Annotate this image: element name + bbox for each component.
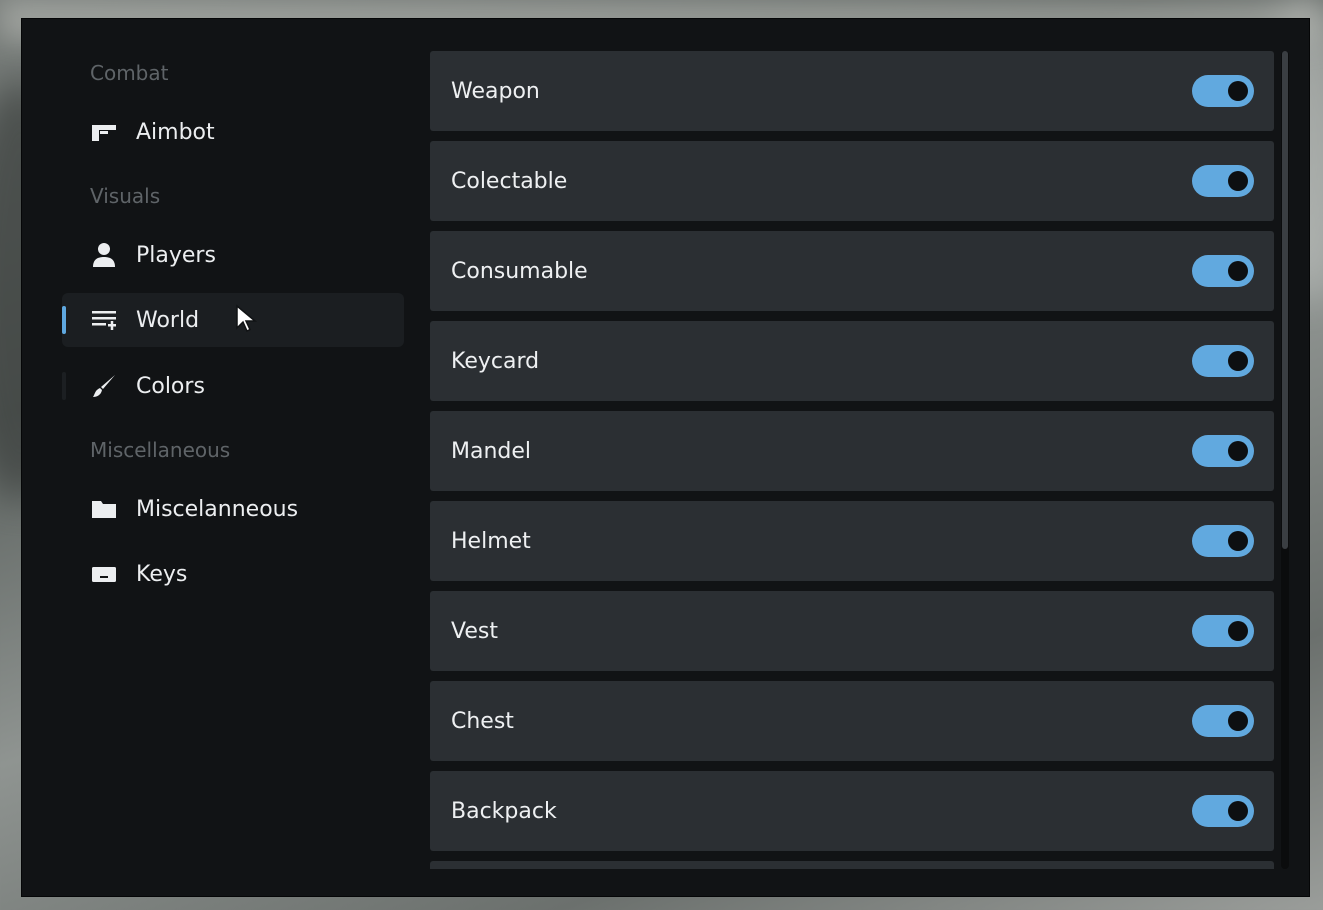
option-row-consumable: Consumable — [430, 231, 1274, 311]
toggle-switch[interactable] — [1192, 705, 1254, 737]
sidebar-item-label: Keys — [136, 561, 188, 587]
toggle-switch[interactable] — [1192, 795, 1254, 827]
toggle-switch[interactable] — [1192, 75, 1254, 107]
toggle-switch[interactable] — [1192, 615, 1254, 647]
option-label: Colectable — [451, 168, 568, 194]
section-label-miscellaneous: Miscellaneous — [90, 438, 231, 462]
keyboard-icon — [90, 560, 118, 588]
option-label: Helmet — [451, 528, 531, 554]
option-row-chest: Chest — [430, 681, 1274, 761]
option-label: Mandel — [451, 438, 532, 464]
section-label-combat: Combat — [90, 61, 169, 85]
toggle-switch[interactable] — [1192, 525, 1254, 557]
sidebar-item-players[interactable]: Players — [62, 228, 404, 282]
sidebar-item-label: Miscelanneous — [136, 496, 299, 522]
sidebar-item-label: Aimbot — [136, 119, 215, 145]
sidebar-item-keys[interactable]: Keys — [62, 547, 404, 601]
scrollbar-thumb[interactable] — [1282, 51, 1288, 549]
option-row-weapon: Weapon — [430, 51, 1274, 131]
toggle-knob — [1228, 711, 1248, 731]
option-row-colectable: Colectable — [430, 141, 1274, 221]
folder-icon — [90, 495, 118, 523]
sidebar-item-label: World — [136, 307, 200, 333]
toggle-switch[interactable] — [1192, 165, 1254, 197]
option-label: Consumable — [451, 258, 588, 284]
sidebar-item-world[interactable]: World — [62, 293, 404, 347]
sidebar-item-colors[interactable]: Colors — [62, 359, 404, 413]
toggle-knob — [1228, 351, 1248, 371]
user-icon — [90, 241, 118, 269]
option-label: Weapon — [451, 78, 540, 104]
active-indicator — [62, 306, 66, 334]
toggle-switch[interactable] — [1192, 345, 1254, 377]
scrollbar[interactable] — [1281, 51, 1289, 869]
toggle-switch[interactable] — [1192, 435, 1254, 467]
option-row-keycard: Keycard — [430, 321, 1274, 401]
toggle-knob — [1228, 801, 1248, 821]
hover-indicator — [62, 372, 66, 400]
section-label-visuals: Visuals — [90, 184, 161, 208]
brush-icon — [90, 372, 118, 400]
sidebar-item-miscelanneous[interactable]: Miscelanneous — [62, 482, 404, 536]
option-label: Backpack — [451, 798, 557, 824]
toggle-knob — [1228, 531, 1248, 551]
sidebar-item-aimbot[interactable]: Aimbot — [62, 105, 404, 159]
sidebar-item-label: Players — [136, 242, 216, 268]
settings-window: Combat Aimbot Visuals Players World Colo… — [21, 18, 1310, 897]
toggle-knob — [1228, 261, 1248, 281]
option-row-backpack: Backpack — [430, 771, 1274, 851]
toggle-switch[interactable] — [1192, 255, 1254, 287]
option-row-partial — [430, 861, 1274, 869]
option-label: Chest — [451, 708, 514, 734]
option-row-helmet: Helmet — [430, 501, 1274, 581]
toggle-knob — [1228, 81, 1248, 101]
mouse-cursor-icon — [235, 304, 261, 338]
option-label: Vest — [451, 618, 498, 644]
toggle-knob — [1228, 621, 1248, 641]
list-add-icon — [90, 306, 118, 334]
toggle-knob — [1228, 171, 1248, 191]
sidebar-item-label: Colors — [136, 373, 205, 399]
sidebar: Combat Aimbot Visuals Players World Colo… — [22, 19, 422, 896]
toggle-knob — [1228, 441, 1248, 461]
option-row-mandel: Mandel — [430, 411, 1274, 491]
option-row-vest: Vest — [430, 591, 1274, 671]
gun-icon — [90, 118, 118, 146]
option-label: Keycard — [451, 348, 540, 374]
options-list: Weapon Colectable Consumable Keycard Man… — [430, 51, 1274, 869]
